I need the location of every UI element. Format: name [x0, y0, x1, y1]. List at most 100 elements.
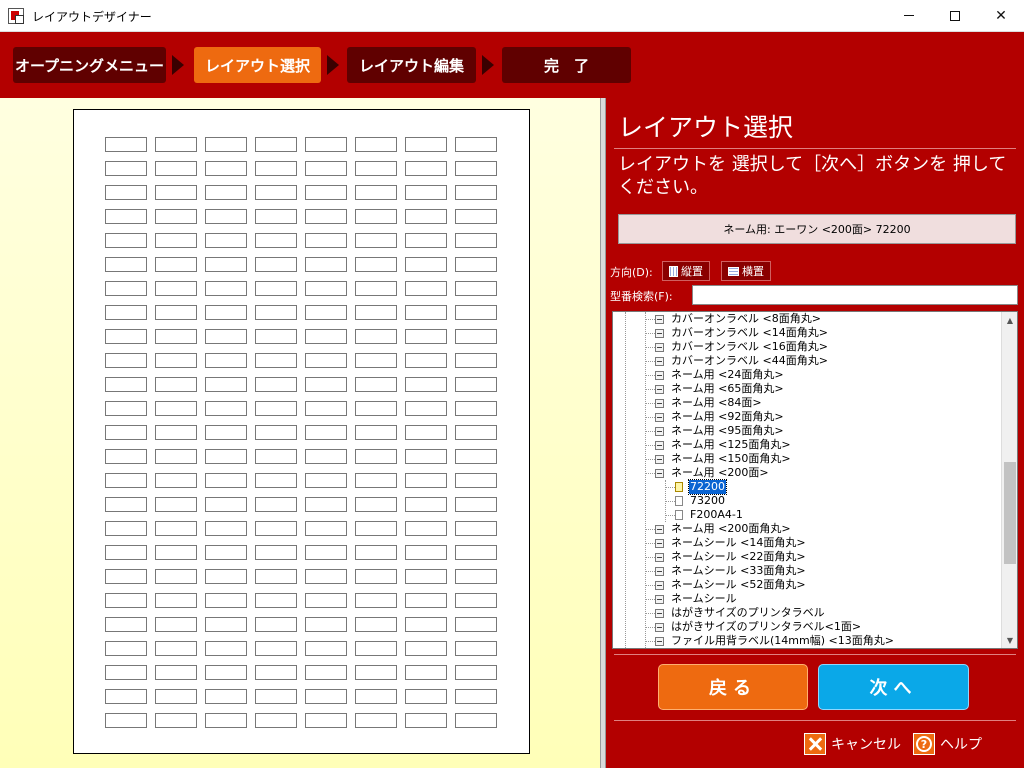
label-cell [155, 161, 197, 176]
label-cell [205, 545, 247, 560]
tree-category-item[interactable]: ネーム用 <24面角丸> [655, 368, 785, 382]
tree-category-item[interactable]: ネームシール <22面角丸> [655, 550, 807, 564]
tree-category-item[interactable]: ファイル用背ラベル(14mm幅) <13面角丸> [655, 634, 895, 648]
help-button[interactable]: ? ヘルプ [913, 732, 982, 756]
label-cell [255, 449, 297, 464]
tree-layout-item[interactable]: 73200 [675, 494, 726, 508]
tree-category-item[interactable]: ネーム用 <84面> [655, 396, 763, 410]
label-cell [205, 713, 247, 728]
label-cell [205, 377, 247, 392]
scroll-up-icon[interactable]: ▲ [1002, 312, 1017, 328]
category-icon [655, 384, 664, 394]
step-arrow-icon [327, 55, 339, 75]
tree-category-item[interactable]: ネーム用 <200面> [655, 466, 770, 480]
tree-category-item[interactable]: ネーム用 <125面角丸> [655, 438, 792, 452]
tree-item-label: ネーム用 <95面角丸> [671, 424, 784, 437]
label-cell [455, 137, 497, 152]
label-cell [305, 161, 347, 176]
tree-guide-line [645, 641, 655, 642]
label-cell [455, 257, 497, 272]
minimize-button[interactable] [886, 0, 932, 31]
model-search-input[interactable] [692, 285, 1018, 305]
tree-category-item[interactable]: カバーオンラベル <44面角丸> [655, 354, 829, 368]
label-cell [105, 713, 147, 728]
portrait-label: 縦置 [681, 265, 703, 278]
landscape-button[interactable]: 横置 [721, 261, 771, 281]
label-cell [155, 449, 197, 464]
tree-category-item[interactable]: ネーム用 <150面角丸> [655, 452, 792, 466]
label-cell [205, 353, 247, 368]
label-cell [405, 377, 447, 392]
tree-layout-item[interactable]: 72200 [675, 479, 727, 495]
category-icon [655, 328, 664, 338]
label-cell [455, 209, 497, 224]
tree-category-item[interactable]: カバーオンラベル <14面角丸> [655, 326, 829, 340]
label-cell [255, 545, 297, 560]
label-cell [255, 233, 297, 248]
label-cell [205, 665, 247, 680]
tree-layout-item[interactable]: F200A4-1 [675, 508, 744, 522]
step-complete[interactable]: 完 了 [502, 47, 631, 83]
minimize-icon [904, 15, 914, 16]
label-cell [105, 473, 147, 488]
label-cell [105, 161, 147, 176]
step-layout-edit[interactable]: レイアウト編集 [347, 47, 476, 83]
label-cell [405, 425, 447, 440]
label-cell [155, 209, 197, 224]
label-cell [405, 281, 447, 296]
tree-item-label: ネームシール <33面角丸> [671, 564, 806, 577]
tree-category-item[interactable]: ネームシール <33面角丸> [655, 564, 807, 578]
tree-scrollbar[interactable]: ▲ ▼ [1001, 312, 1017, 648]
tree-category-item[interactable]: はがきサイズのプリンタラベル<1面> [655, 620, 862, 634]
tree-category-item[interactable]: ネーム用 <200面角丸> [655, 522, 792, 536]
label-cell [205, 137, 247, 152]
label-cell [455, 713, 497, 728]
file-icon [675, 496, 683, 506]
label-cell [305, 665, 347, 680]
step-layout-select[interactable]: レイアウト選択 [194, 47, 321, 83]
close-button[interactable]: ✕ [978, 0, 1024, 31]
tree-guide-line [645, 585, 655, 586]
label-cell [305, 521, 347, 536]
label-cell [355, 401, 397, 416]
step-opening-menu[interactable]: オープニングメニュー [13, 47, 166, 83]
label-cell [455, 305, 497, 320]
tree-guide-line [645, 627, 655, 628]
tree-category-item[interactable]: ネームシール <14面角丸> [655, 536, 807, 550]
tree-category-item[interactable]: カバーオンラベル <8面角丸> [655, 312, 822, 326]
label-cell [155, 665, 197, 680]
maximize-button[interactable] [932, 0, 978, 31]
layout-tree[interactable]: カバーオンラベル <8面角丸> カバーオンラベル <14面角丸> カバーオンラベル … [612, 311, 1018, 649]
label-cell [105, 329, 147, 344]
label-cell [105, 593, 147, 608]
label-cell [305, 473, 347, 488]
label-cell [355, 545, 397, 560]
tree-guide-line [645, 347, 655, 348]
tree-item-label: カバーオンラベル <16面角丸> [671, 340, 828, 353]
portrait-button[interactable]: 縦置 [662, 261, 710, 281]
label-cell [355, 569, 397, 584]
tree-category-item[interactable]: ネームシール <52面角丸> [655, 578, 807, 592]
label-cell [355, 281, 397, 296]
tree-category-item[interactable]: ネーム用 <65面角丸> [655, 382, 785, 396]
back-button[interactable]: 戻る [658, 664, 808, 710]
tree-category-item[interactable]: ネーム用 <95面角丸> [655, 424, 785, 438]
tree-category-item[interactable]: はがきサイズのプリンタラベル [655, 606, 826, 620]
label-cell [405, 617, 447, 632]
tree-category-item[interactable]: カバーオンラベル <16面角丸> [655, 340, 829, 354]
label-cell [105, 617, 147, 632]
tree-item-label: カバーオンラベル <44面角丸> [671, 354, 828, 367]
label-cell [305, 689, 347, 704]
scroll-down-icon[interactable]: ▼ [1002, 632, 1017, 648]
label-cell [305, 377, 347, 392]
next-button[interactable]: 次へ [818, 664, 969, 710]
cancel-button[interactable]: キャンセル [804, 732, 901, 756]
tree-category-item[interactable]: ネーム用 <92面角丸> [655, 410, 785, 424]
tree-category-item[interactable]: ネームシール [655, 592, 738, 606]
label-cell [455, 329, 497, 344]
category-icon [655, 412, 664, 422]
label-sheet-preview [73, 109, 530, 754]
label-cell [255, 329, 297, 344]
tree-item-label: ネーム用 <125面角丸> [671, 438, 791, 451]
scroll-thumb[interactable] [1004, 462, 1016, 564]
